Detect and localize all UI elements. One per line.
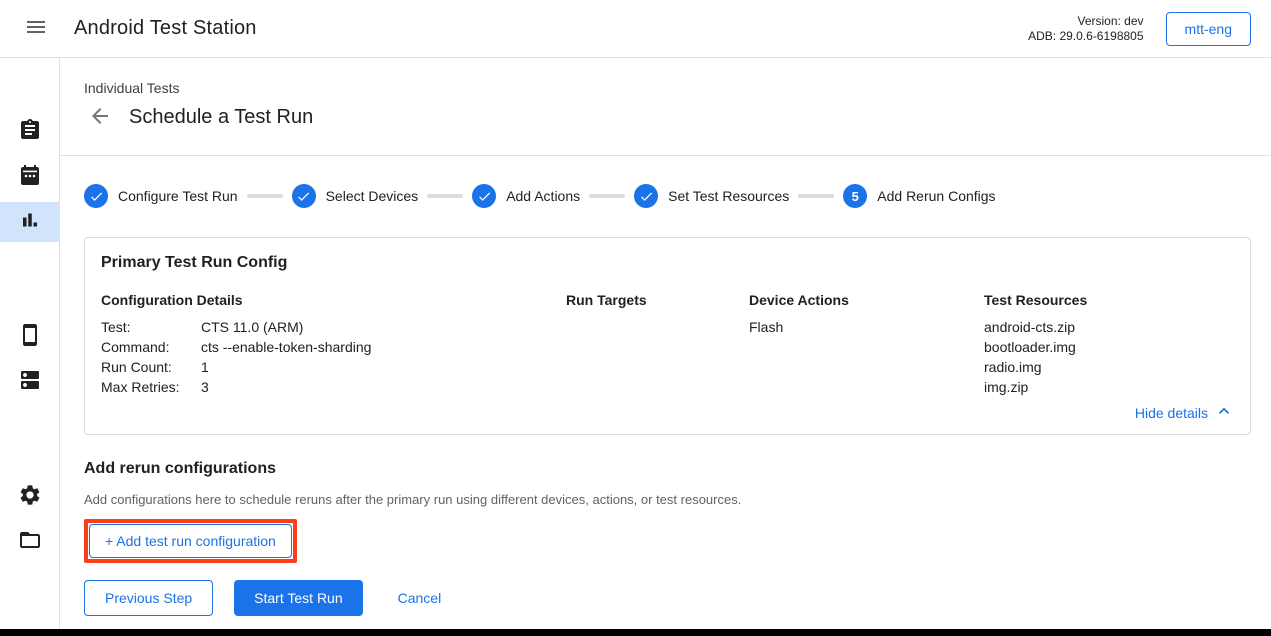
column-header: Configuration Details [101, 292, 566, 308]
step-label: Add Actions [506, 188, 580, 204]
sidebar-item-settings[interactable] [0, 477, 60, 517]
step-set-test-resources[interactable]: Set Test Resources [634, 184, 789, 208]
step-connector [589, 194, 625, 198]
stepper: Configure Test Run Select Devices Add Ac… [60, 156, 1271, 208]
footer-actions: Previous Step Start Test Run Cancel [60, 580, 1271, 616]
page-header: Individual Tests Schedule a Test Run [60, 58, 1271, 156]
test-resource-item: bootloader.img [984, 337, 1234, 357]
sidebar-item-file-browser[interactable] [0, 522, 60, 562]
check-icon [292, 184, 316, 208]
sidebar-item-devices[interactable] [0, 317, 60, 357]
calendar-icon [18, 163, 42, 192]
side-navigation [0, 58, 60, 636]
step-select-devices[interactable]: Select Devices [292, 184, 419, 208]
config-row-value: CTS 11.0 (ARM) [201, 317, 566, 337]
gear-icon [18, 483, 42, 512]
menu-button[interactable] [20, 13, 52, 45]
smartphone-icon [18, 323, 42, 352]
hide-details-label: Hide details [1135, 405, 1208, 421]
add-test-run-configuration-button[interactable]: + Add test run configuration [89, 524, 292, 558]
top-app-bar: Android Test Station Version: dev ADB: 2… [0, 0, 1271, 58]
attention-highlight-box: + Add test run configuration [84, 519, 297, 563]
folder-icon [18, 528, 42, 557]
cancel-button[interactable]: Cancel [382, 580, 458, 616]
hamburger-menu-icon [24, 15, 48, 42]
page-title: Schedule a Test Run [129, 106, 313, 129]
test-resource-item: android-cts.zip [984, 317, 1234, 337]
check-icon [84, 184, 108, 208]
back-button[interactable] [88, 105, 112, 129]
step-label: Add Rerun Configs [877, 188, 995, 204]
config-row-label: Test: [101, 317, 201, 337]
step-number-badge: 5 [843, 184, 867, 208]
check-icon [634, 184, 658, 208]
bar-chart-icon [18, 208, 42, 237]
account-button[interactable]: mtt-eng [1166, 12, 1251, 46]
sidebar-item-test-plans[interactable] [0, 157, 60, 197]
rerun-section-title: Add rerun configurations [84, 460, 1271, 478]
config-row-value: 1 [201, 357, 566, 377]
sidebar-item-test-runs[interactable] [0, 202, 60, 242]
arrow-back-icon [88, 104, 112, 131]
step-add-actions[interactable]: Add Actions [472, 184, 580, 208]
step-connector [427, 194, 463, 198]
test-resource-item: radio.img [984, 357, 1234, 377]
run-targets-column: Run Targets [566, 292, 749, 397]
step-label: Set Test Resources [668, 188, 789, 204]
step-configure-test-run[interactable]: Configure Test Run [84, 184, 238, 208]
column-header: Test Resources [984, 292, 1234, 308]
version-info: Version: dev ADB: 29.0.6-6198805 [1028, 14, 1143, 44]
config-row-label: Max Retries: [101, 377, 201, 397]
column-header: Device Actions [749, 292, 984, 308]
config-row-label: Run Count: [101, 357, 201, 377]
config-row-value: cts --enable-token-sharding [201, 337, 566, 357]
device-actions-column: Device Actions Flash [749, 292, 984, 397]
rerun-section-description: Add configurations here to schedule reru… [84, 492, 1271, 507]
config-row-label: Command: [101, 337, 201, 357]
step-label: Select Devices [326, 188, 419, 204]
main-content: Individual Tests Schedule a Test Run [60, 58, 1271, 636]
bottom-black-bar [0, 629, 1271, 636]
step-connector [798, 194, 834, 198]
app-root: Android Test Station Version: dev ADB: 2… [0, 0, 1271, 636]
storage-icon [18, 368, 42, 397]
config-row-value: 3 [201, 377, 566, 397]
adb-version-label: ADB: 29.0.6-6198805 [1028, 29, 1143, 44]
primary-test-run-config-card: Primary Test Run Config Configuration De… [84, 237, 1251, 435]
previous-step-button[interactable]: Previous Step [84, 580, 213, 616]
sidebar-item-test-suites[interactable] [0, 112, 60, 152]
sidebar-item-hosts[interactable] [0, 362, 60, 402]
card-title: Primary Test Run Config [101, 254, 1234, 272]
breadcrumb: Individual Tests [84, 80, 1271, 96]
start-test-run-button[interactable]: Start Test Run [234, 580, 362, 616]
configuration-details-column: Configuration Details Test: CTS 11.0 (AR… [101, 292, 566, 397]
step-label: Configure Test Run [118, 188, 238, 204]
hide-details-button[interactable]: Hide details [1135, 401, 1234, 424]
step-connector [247, 194, 283, 198]
clipboard-icon [18, 118, 42, 147]
step-number: 5 [852, 189, 859, 204]
test-resources-column: Test Resources android-cts.zip bootloade… [984, 292, 1234, 397]
test-resource-item: img.zip [984, 377, 1234, 397]
device-action-item: Flash [749, 317, 984, 337]
rerun-configurations-section: Add rerun configurations Add configurati… [60, 435, 1271, 563]
chevron-up-icon [1208, 401, 1234, 424]
column-header: Run Targets [566, 292, 749, 308]
app-title: Android Test Station [74, 17, 257, 40]
version-label: Version: dev [1028, 14, 1143, 29]
step-add-rerun-configs[interactable]: 5 Add Rerun Configs [843, 184, 995, 208]
check-icon [472, 184, 496, 208]
